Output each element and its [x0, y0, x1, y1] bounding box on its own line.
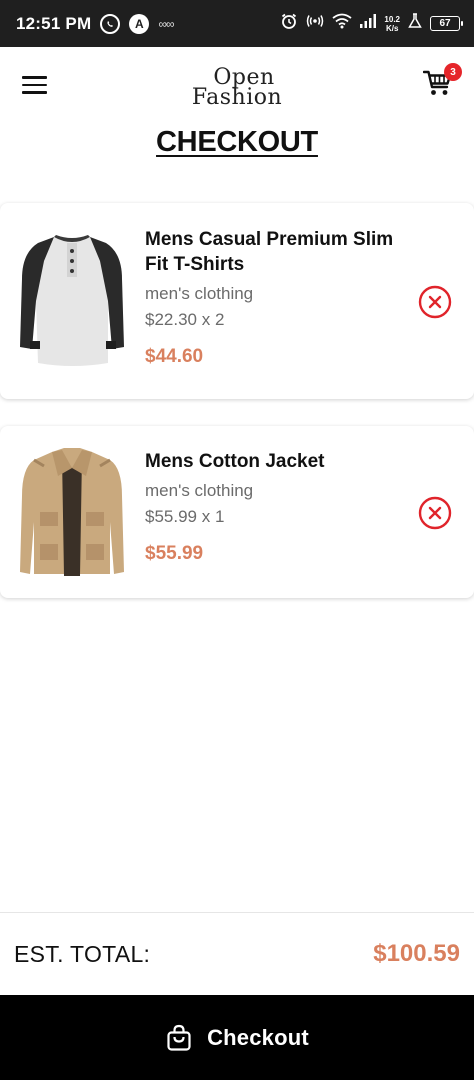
wifi-icon: [332, 13, 352, 34]
total-label: EST. TOTAL:: [14, 940, 151, 967]
cart-item: Mens Cotton Jacket men's clothing $55.99…: [0, 426, 474, 598]
remove-item-button[interactable]: [418, 285, 452, 319]
item-line-total: $44.60: [145, 346, 204, 367]
whatsapp-icon: [100, 13, 121, 34]
item-price-quantity: $55.99 x 1: [145, 507, 225, 526]
network-speed-unit: K/s: [385, 23, 399, 33]
menu-line: [22, 76, 47, 79]
item-name[interactable]: Mens Casual Premium Slim Fit T-Shirts: [145, 227, 410, 277]
menu-line: [22, 91, 47, 94]
status-right: 10.2 K/s 67: [280, 12, 463, 35]
brand-logo[interactable]: Open Fashion: [191, 67, 283, 110]
remove-item-button[interactable]: [418, 496, 452, 530]
status-time: 12:51 PM: [16, 13, 92, 33]
product-image-tshirt[interactable]: [18, 231, 126, 376]
network-speed: 10.2 K/s: [384, 15, 400, 33]
status-left: 12:51 PM A ∞∞: [16, 13, 174, 34]
checkout-button[interactable]: Checkout: [0, 995, 474, 1080]
item-category: men's clothing: [145, 284, 254, 303]
checkout-label: Checkout: [207, 1024, 309, 1050]
app-a-icon: A: [129, 13, 150, 34]
page-title: CHECKOUT: [0, 126, 474, 159]
total-value: $100.59: [373, 940, 460, 967]
flask-icon: [408, 13, 422, 34]
close-circle-icon: [418, 285, 452, 319]
product-image-jacket[interactable]: [18, 446, 126, 585]
close-circle-icon: [418, 496, 452, 530]
signal-icon: [360, 14, 377, 33]
item-category: men's clothing: [145, 481, 254, 500]
item-info: Mens Casual Premium Slim Fit T-Shirts me…: [145, 227, 410, 368]
item-price-quantity: $22.30 x 2: [145, 310, 225, 329]
cart-count-badge: 3: [444, 63, 462, 81]
infinity-icon: ∞∞: [158, 16, 174, 31]
shopping-bag-icon: [167, 1024, 191, 1051]
logo-line-2: Fashion: [191, 85, 283, 110]
item-line-total: $55.99: [145, 543, 204, 564]
item-name[interactable]: Mens Cotton Jacket: [145, 449, 410, 474]
cart-item: Mens Casual Premium Slim Fit T-Shirts me…: [0, 203, 474, 399]
hotspot-icon: [306, 13, 324, 34]
page-title-text: CHECKOUT: [156, 126, 318, 158]
app-header: Open Fashion 3: [0, 47, 474, 125]
order-total-bar: EST. TOTAL: $100.59: [0, 912, 474, 995]
hamburger-menu-icon[interactable]: [22, 76, 47, 94]
cart-button[interactable]: 3: [422, 63, 462, 101]
battery-icon: 67: [430, 16, 463, 31]
item-info: Mens Cotton Jacket men's clothing $55.99…: [145, 449, 410, 565]
status-bar: 12:51 PM A ∞∞ 10.2 K/s 67: [0, 0, 474, 47]
menu-line: [22, 83, 47, 87]
alarm-icon: [280, 12, 298, 35]
network-speed-value: 10.2: [384, 14, 400, 24]
